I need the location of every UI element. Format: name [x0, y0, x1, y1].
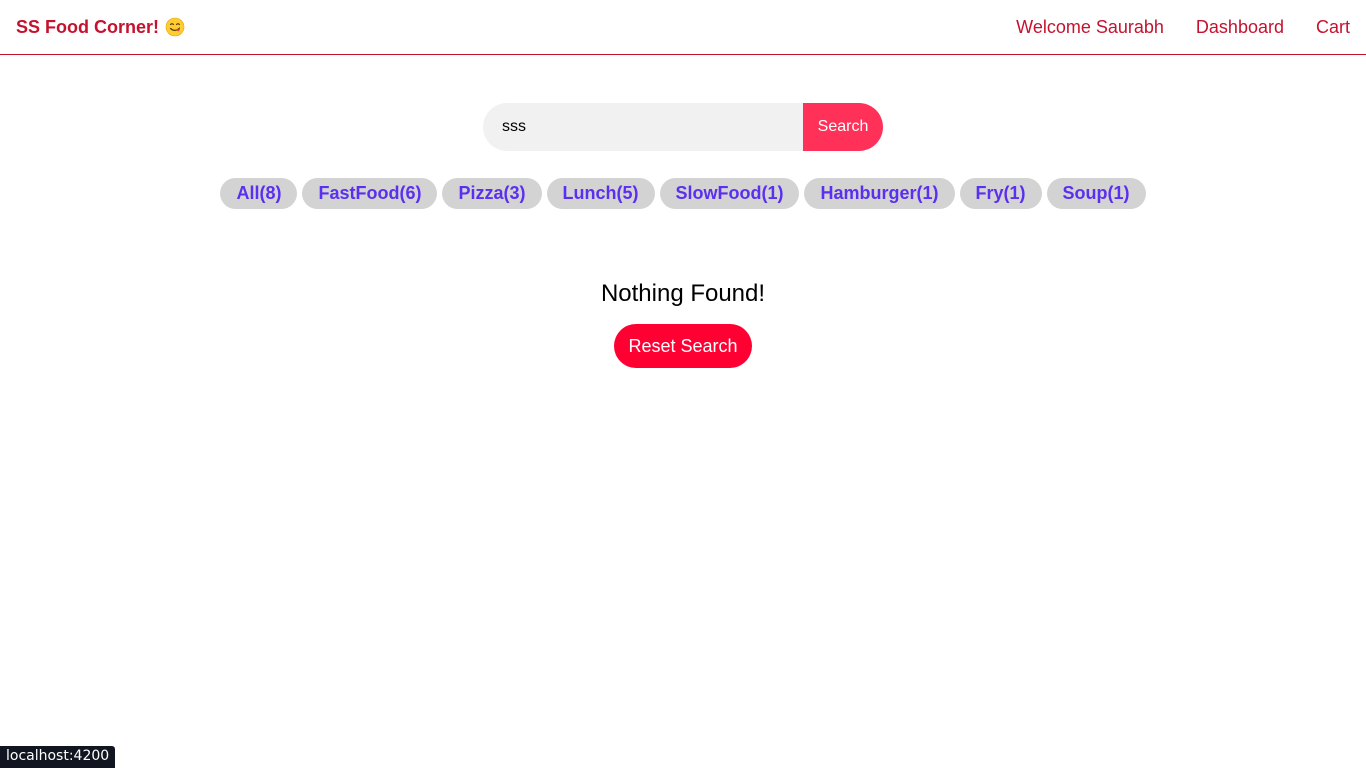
search-bar: Search	[483, 103, 883, 151]
tag-fry[interactable]: Fry(1)	[959, 178, 1042, 209]
tag-soup[interactable]: Soup(1)	[1046, 178, 1146, 209]
tag-hamburger[interactable]: Hamburger(1)	[804, 178, 955, 209]
browser-status-url: localhost:4200	[0, 746, 116, 768]
face-savoring-food-icon	[165, 17, 185, 37]
tag-all[interactable]: All(8)	[220, 178, 298, 209]
tag-filter-list: All(8) FastFood(6) Pizza(3) Lunch(5) Slo…	[0, 178, 1366, 209]
search-input[interactable]	[483, 103, 803, 151]
logo-link[interactable]: SS Food Corner!	[16, 0, 185, 54]
nav-dashboard[interactable]: Dashboard	[1196, 17, 1284, 38]
tag-lunch[interactable]: Lunch(5)	[546, 178, 655, 209]
tag-slowfood[interactable]: SlowFood(1)	[659, 178, 800, 209]
main-nav: Welcome Saurabh Dashboard Cart	[1016, 0, 1350, 54]
search-button[interactable]: Search	[803, 103, 883, 151]
tag-fastfood[interactable]: FastFood(6)	[302, 178, 438, 209]
reset-search-button[interactable]: Reset Search	[614, 324, 752, 368]
not-found-message: Nothing Found!	[600, 280, 766, 307]
nav-cart[interactable]: Cart	[1316, 17, 1350, 38]
nav-welcome-user[interactable]: Welcome Saurabh	[1016, 17, 1164, 38]
app-header: SS Food Corner! Welcome Saurabh Dashboar…	[0, 0, 1366, 55]
logo-text: SS Food Corner!	[16, 16, 159, 37]
tag-pizza[interactable]: Pizza(3)	[442, 178, 542, 209]
